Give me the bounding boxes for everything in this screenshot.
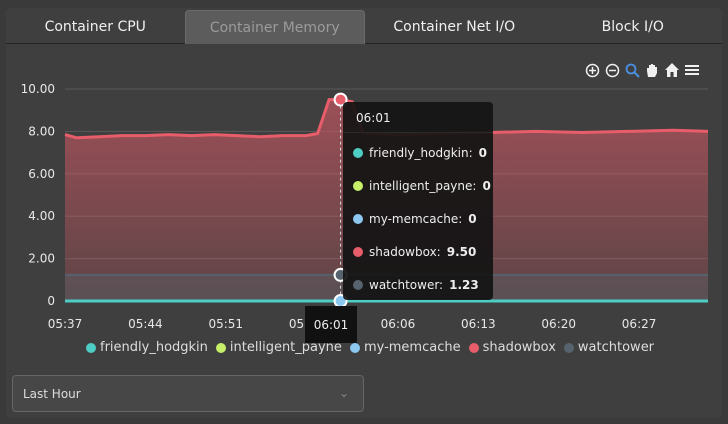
y-tick-label: 4.00 <box>28 209 55 223</box>
tooltip-series-value: 0 <box>478 146 488 160</box>
tooltip-series-value: 0 <box>468 212 477 226</box>
tooltip-row: friendly_hodgkin: 0 <box>353 146 487 160</box>
legend-marker <box>349 342 360 353</box>
tooltip-series-name: friendly_hodgkin: <box>369 146 473 160</box>
y-tick-label: 2.00 <box>28 252 55 266</box>
x-tick-label: 05:51 <box>208 317 243 331</box>
x-tick-label: 05:44 <box>128 317 163 331</box>
tooltip-marker <box>353 280 363 290</box>
chart-tooltip: 06:01 friendly_hodgkin: 0 intelligent_pay… <box>343 102 493 300</box>
y-tick-label: 8.00 <box>28 124 55 138</box>
tooltip-series-name: watchtower: <box>369 278 444 292</box>
zoom-select-icon[interactable] <box>624 62 640 78</box>
legend-marker <box>468 342 479 353</box>
tooltip-series-name: intelligent_payne: <box>369 179 477 193</box>
tooltip-marker <box>353 247 363 257</box>
tooltip-time: 06:01 <box>356 111 391 125</box>
tooltip-series-value: 1.23 <box>449 278 479 292</box>
legend-label: friendly_hodgkin <box>100 340 208 355</box>
y-tick-label: 0 <box>47 294 55 308</box>
legend-marker <box>215 342 226 353</box>
x-tick-label: 06:20 <box>541 317 576 331</box>
pan-icon[interactable] <box>644 62 660 78</box>
chevron-down-icon: ⌄ <box>338 386 349 400</box>
legend-label: shadowbox <box>482 340 556 355</box>
legend-item-shadowbox[interactable]: shadowbox <box>468 340 556 355</box>
legend-label: watchtower <box>577 340 655 355</box>
tooltip-row: watchtower: 1.23 <box>353 278 479 292</box>
menu-icon[interactable] <box>684 62 700 78</box>
x-tick-label: 06:27 <box>622 317 657 331</box>
chart-legend: friendly_hodgkin intelligent_payne my-me… <box>86 340 654 355</box>
legend-marker <box>563 342 574 353</box>
tooltip-divider <box>343 132 493 133</box>
tooltip-marker <box>353 148 363 158</box>
tooltip-marker <box>353 181 363 191</box>
zoom-in-icon[interactable] <box>584 62 600 78</box>
time-range-value: Last Hour <box>23 387 81 401</box>
tooltip-series-name: my-memcache: <box>369 212 463 226</box>
tooltip-row: intelligent_payne: 0 <box>353 179 491 193</box>
legend-item-friendly-hodgkin[interactable]: friendly_hodgkin <box>86 340 208 355</box>
y-tick-label: 6.00 <box>28 167 55 181</box>
tooltip-row: shadowbox: 9.50 <box>353 245 476 259</box>
legend-item-watchtower[interactable]: watchtower <box>563 340 655 355</box>
legend-marker <box>86 342 96 353</box>
time-range-select[interactable]: Last Hour ⌄ <box>12 375 364 412</box>
tooltip-series-value: 9.50 <box>446 245 477 259</box>
tooltip-marker <box>353 214 363 224</box>
tooltip-series-value: 0 <box>482 179 491 193</box>
x-hover-label: 06:01 <box>305 306 357 343</box>
x-tick-label: 06:13 <box>461 317 496 331</box>
x-tick-label: 05:37 <box>48 317 83 331</box>
x-tick-label: 06:06 <box>381 317 416 331</box>
y-tick-label: 10.00 <box>21 82 55 96</box>
tooltip-series-name: shadowbox: <box>369 245 441 259</box>
legend-item-my-memcache[interactable]: my-memcache <box>349 340 461 355</box>
chart-toolbar <box>584 62 700 78</box>
zoom-out-icon[interactable] <box>604 62 620 78</box>
home-icon[interactable] <box>664 62 680 78</box>
tooltip-row: my-memcache: 0 <box>353 212 477 226</box>
legend-label: my-memcache <box>363 340 461 355</box>
